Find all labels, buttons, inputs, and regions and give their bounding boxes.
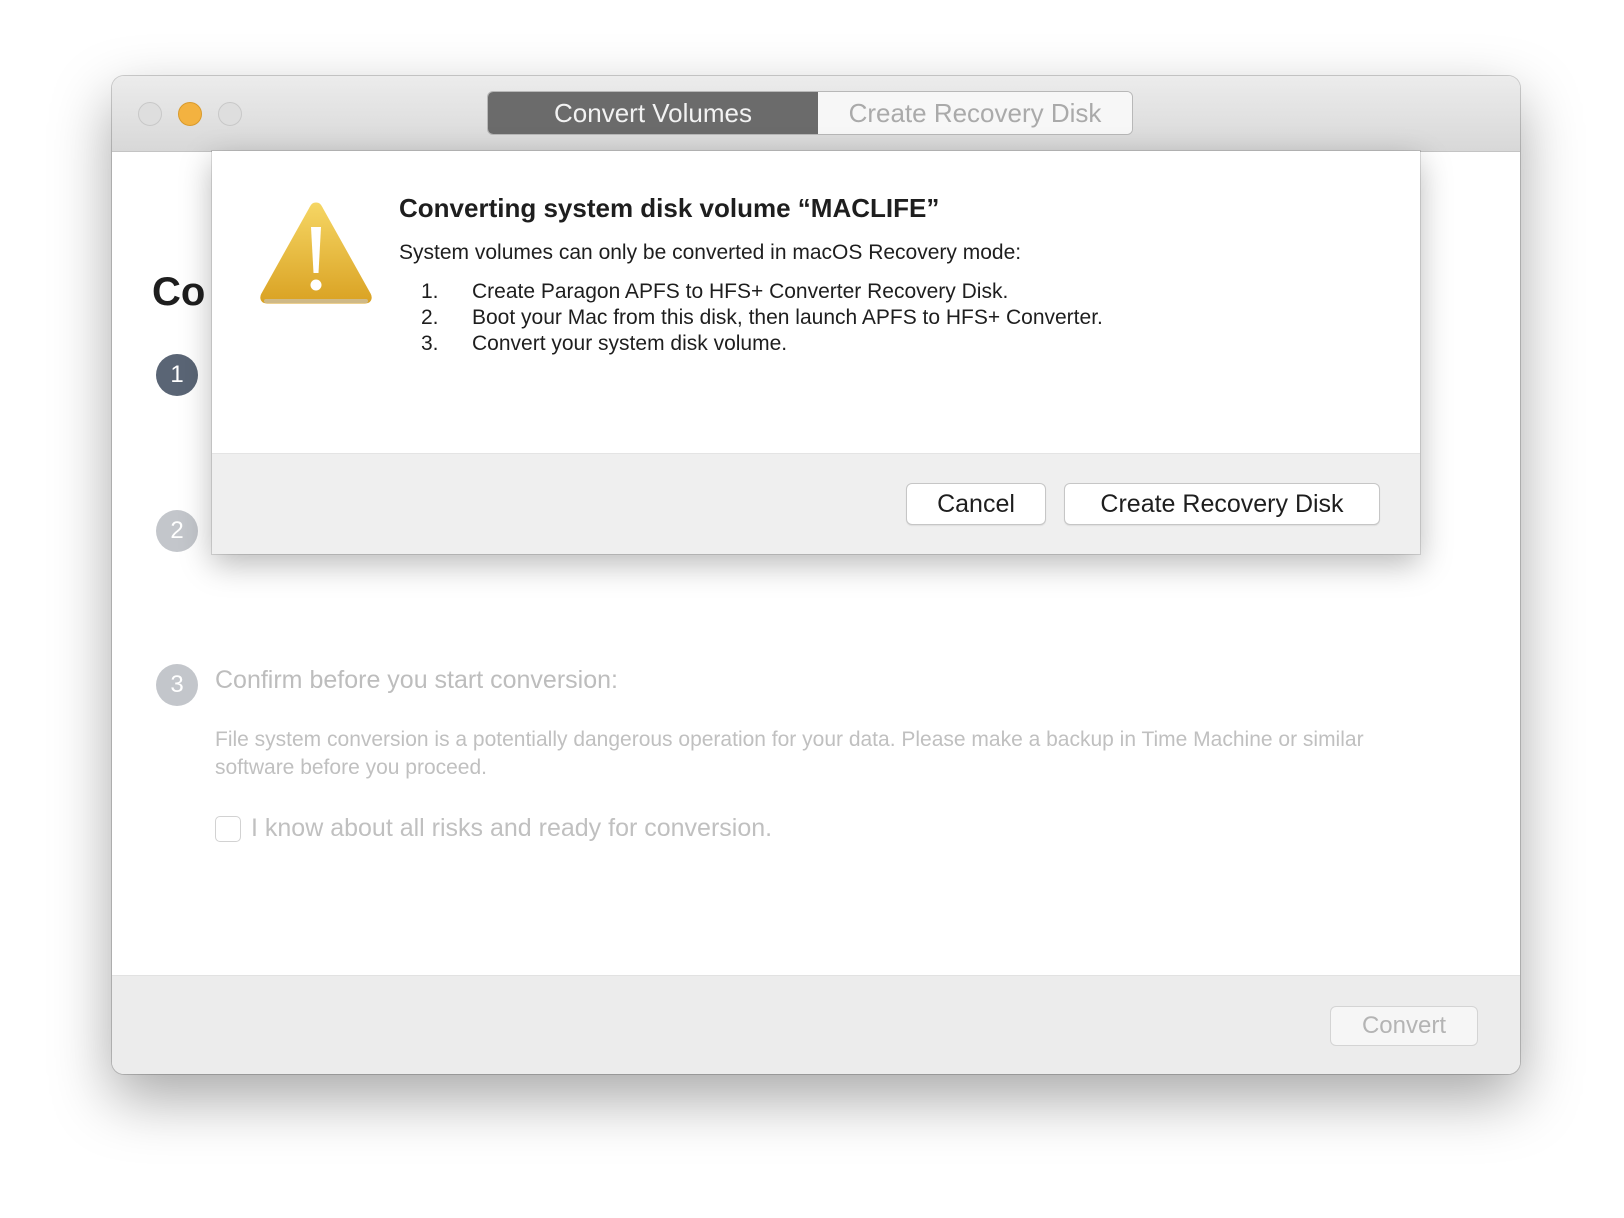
list-item-text: Boot your Mac from this disk, then launc… [472, 306, 1103, 329]
list-item-text: Create Paragon APFS to HFS+ Converter Re… [472, 280, 1009, 303]
step-1-badge: 1 [156, 354, 198, 396]
close-window-button[interactable] [138, 102, 162, 126]
dialog-title: Converting system disk volume “MACLIFE” [399, 193, 940, 223]
zoom-window-button[interactable] [218, 102, 242, 126]
list-item: 3. Convert your system disk volume. [421, 331, 1103, 357]
dialog-intro: System volumes can only be converted in … [399, 241, 1022, 264]
minimize-window-button[interactable] [178, 102, 202, 126]
warning-icon [257, 199, 375, 307]
risk-checkbox[interactable] [215, 815, 241, 842]
convert-button[interactable]: Convert [1330, 1006, 1478, 1046]
step-3-badge: 3 [156, 664, 198, 706]
tab-convert-volumes[interactable]: Convert Volumes [488, 92, 818, 134]
page-title: Co [152, 270, 206, 314]
risk-checkbox-label[interactable]: I know about all risks and ready for con… [251, 814, 772, 843]
backup-warning-text: File system conversion is a potentially … [215, 728, 1364, 779]
tab-create-recovery-disk[interactable]: Create Recovery Disk [818, 92, 1132, 134]
step-2-badge: 2 [156, 510, 198, 552]
dialog-button-bar: Cancel Create Recovery Disk [212, 453, 1420, 554]
list-item-number: 2. [421, 306, 439, 329]
list-item: 2. Boot your Mac from this disk, then la… [421, 305, 1103, 331]
title-bar: Convert Volumes Create Recovery Disk [112, 76, 1520, 152]
step-3-title: Confirm before you start conversion: [215, 666, 618, 694]
create-recovery-disk-button[interactable]: Create Recovery Disk [1064, 483, 1380, 525]
dialog-steps: 1. Create Paragon APFS to HFS+ Converter… [421, 279, 1103, 357]
cancel-button[interactable]: Cancel [906, 483, 1046, 525]
window-footer: Convert [112, 975, 1520, 1074]
list-item-number: 3. [421, 332, 439, 355]
alert-sheet: Converting system disk volume “MACLIFE” … [212, 151, 1420, 554]
risk-confirmation[interactable]: I know about all risks and ready for con… [215, 814, 772, 843]
mode-tabs: Convert Volumes Create Recovery Disk [487, 91, 1133, 135]
list-item-text: Convert your system disk volume. [472, 332, 788, 355]
list-item-number: 1. [421, 280, 439, 303]
list-item: 1. Create Paragon APFS to HFS+ Converter… [421, 279, 1103, 305]
